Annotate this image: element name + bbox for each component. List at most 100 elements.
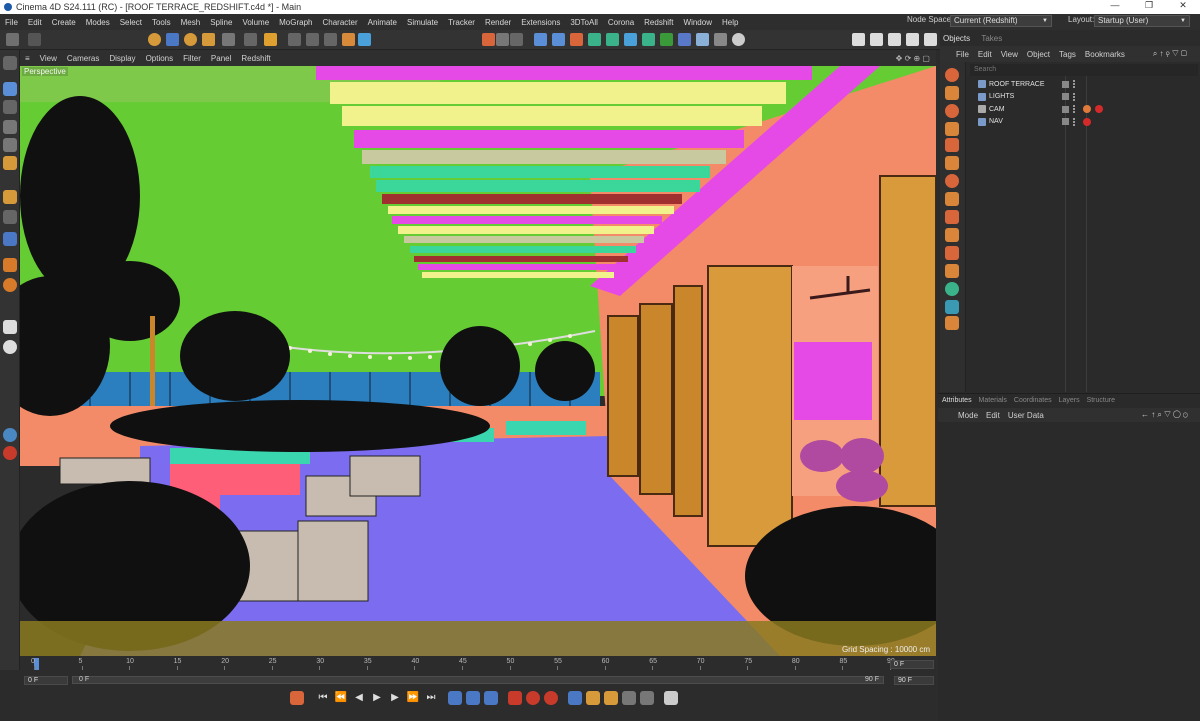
visibility-check-icon[interactable] (1062, 80, 1069, 88)
record-icon[interactable] (526, 691, 540, 705)
bulb-icon[interactable] (732, 33, 745, 46)
camera-tag-icon[interactable] (945, 300, 959, 314)
menu-select[interactable]: Select (115, 18, 147, 27)
environment-icon[interactable] (660, 33, 673, 46)
field-icon[interactable] (642, 33, 655, 46)
layout-select[interactable]: Startup (User) ▼ (1094, 15, 1190, 27)
proxy-icon[interactable] (945, 246, 959, 260)
viewport-menu-display[interactable]: Display (104, 54, 140, 63)
minimize-button[interactable]: — (1098, 0, 1132, 14)
viewport-menu-view[interactable]: View (35, 54, 62, 63)
menu-character[interactable]: Character (318, 18, 363, 27)
visibility-dots-icon[interactable] (1073, 80, 1077, 89)
node-space-select[interactable]: Current (Redshift) ▼ (950, 15, 1052, 27)
autokey-icon[interactable] (508, 691, 522, 705)
dome-light-icon[interactable] (945, 174, 959, 188)
lock-x-icon[interactable] (288, 33, 301, 46)
picture-viewer-icon[interactable] (870, 33, 883, 46)
menu-mograph[interactable]: MoGraph (274, 18, 317, 27)
visibility-dots-icon[interactable] (1073, 92, 1077, 101)
visibility-dots-icon[interactable] (1073, 117, 1077, 126)
light-icon[interactable] (714, 33, 727, 46)
menu-edit[interactable]: Edit (23, 18, 47, 27)
sun-icon[interactable] (945, 210, 959, 224)
viewport-nav-icons[interactable]: ✥ ⟳ ⊕ ▢ (896, 54, 930, 63)
play-render-icon[interactable] (906, 33, 919, 46)
visibility-check-icon[interactable] (1062, 105, 1069, 113)
key-pla-icon[interactable] (640, 691, 654, 705)
redo-icon[interactable] (28, 33, 41, 46)
polygons-mode-icon[interactable] (3, 156, 17, 170)
viewport-menu-cameras[interactable]: Cameras (62, 54, 104, 63)
previous-key-icon[interactable]: ⏪ (334, 691, 348, 705)
python-icon[interactable] (3, 340, 17, 354)
grid-icon[interactable] (696, 33, 709, 46)
timeline-ruler[interactable]: 051015202530354045505560657075808590 (24, 658, 916, 670)
world-axis-icon[interactable] (264, 33, 277, 46)
aov-icon[interactable] (945, 316, 959, 330)
placement-icon[interactable] (244, 33, 257, 46)
menu-mesh[interactable]: Mesh (176, 18, 206, 27)
render-view-icon[interactable] (945, 122, 959, 136)
menu-corona[interactable]: Corona (603, 18, 639, 27)
area-light-icon[interactable] (945, 192, 959, 206)
menu-volume[interactable]: Volume (237, 18, 274, 27)
viewport-menu-options[interactable]: Options (141, 54, 179, 63)
redshift-settings-icon[interactable] (945, 86, 959, 100)
tab-objects[interactable]: Objects (943, 34, 970, 43)
wrench-icon[interactable] (3, 320, 17, 334)
download-icon[interactable] (852, 33, 865, 46)
tab-attributes[interactable]: Attributes (942, 397, 972, 404)
object-tag-icon[interactable] (945, 282, 959, 296)
axis-mode-icon[interactable] (3, 190, 17, 204)
tweak-mode-icon[interactable] (3, 210, 17, 224)
tab-structure[interactable]: Structure (1087, 397, 1115, 404)
next-key-icon[interactable]: ⏩ (406, 691, 420, 705)
attributes-menu-mode[interactable]: Mode (958, 411, 978, 420)
object-toolbar-icons[interactable]: ⌕ ↑ ⚲ ▽ ▢ (1153, 49, 1187, 59)
menu-help[interactable]: Help (717, 18, 743, 27)
go-to-start-icon[interactable]: ⏮ (316, 691, 330, 705)
key-mode-icon[interactable] (466, 691, 480, 705)
render-view-icon[interactable] (482, 33, 495, 46)
current-frame-field[interactable]: 0 F (890, 660, 934, 669)
render-picture-icon[interactable] (496, 33, 509, 46)
frame-range-slider[interactable]: 0 F 90 F (72, 676, 884, 684)
subdivision-icon[interactable] (588, 33, 601, 46)
menu-create[interactable]: Create (47, 18, 81, 27)
object-menu-edit[interactable]: Edit (978, 50, 992, 59)
edges-mode-icon[interactable] (3, 138, 17, 152)
solo-icon[interactable] (3, 278, 17, 292)
film-icon[interactable] (888, 33, 901, 46)
key-param-icon[interactable] (622, 691, 636, 705)
undo-icon[interactable] (6, 33, 19, 46)
redshift-tag-icon[interactable] (1083, 117, 1091, 126)
environment-icon[interactable] (945, 228, 959, 242)
menu-3dtoall[interactable]: 3DToAll (565, 18, 603, 27)
loop-icon[interactable] (448, 691, 462, 705)
visibility-check-icon[interactable] (1062, 118, 1069, 126)
spline-pen-icon[interactable] (552, 33, 565, 46)
ipr-icon[interactable] (945, 104, 959, 118)
coordinate-system-icon[interactable] (342, 33, 355, 46)
end-frame-field[interactable]: 90 F (894, 676, 934, 685)
key-position-icon[interactable] (568, 691, 582, 705)
object-row-nav[interactable]: NAV (970, 116, 1200, 129)
object-row-cam[interactable]: CAM (970, 103, 1200, 116)
redshift-render-icon[interactable] (945, 68, 959, 82)
menu-window[interactable]: Window (679, 18, 717, 27)
go-to-end-icon[interactable]: ⏭ (424, 691, 438, 705)
menu-extensions[interactable]: Extensions (516, 18, 565, 27)
object-menu-file[interactable]: File (956, 50, 969, 59)
move-icon[interactable] (166, 33, 179, 46)
plugin-icon[interactable] (3, 428, 17, 442)
viewport-menu-icon[interactable]: ≡ (20, 54, 35, 63)
object-menu-object[interactable]: Object (1027, 50, 1050, 59)
model-mode-icon[interactable] (3, 82, 17, 96)
close-button[interactable]: ✕ (1166, 0, 1200, 14)
tab-takes[interactable]: Takes (981, 34, 1002, 43)
viewport-menu-panel[interactable]: Panel (206, 54, 236, 63)
object-menu-view[interactable]: View (1001, 50, 1018, 59)
menu-render[interactable]: Render (480, 18, 516, 27)
object-row-roof-terrace[interactable]: ROOF TERRACE (970, 78, 1200, 91)
